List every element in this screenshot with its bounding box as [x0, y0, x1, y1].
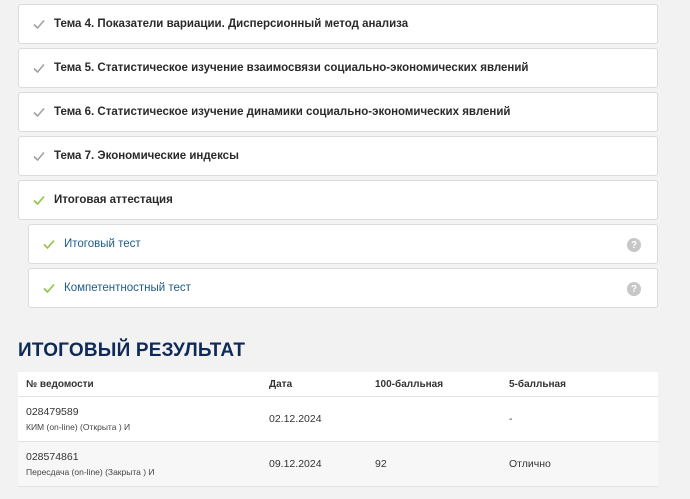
check-icon	[33, 195, 45, 206]
date-cell: 02.12.2024	[261, 396, 367, 442]
final-attestation[interactable]: Итоговая аттестация	[18, 180, 658, 220]
help-icon[interactable]: ?	[627, 282, 641, 296]
column-header-score100: 100-балльная	[367, 372, 501, 397]
topic-6[interactable]: Тема 6. Статистическое изучение динамики…	[18, 92, 658, 132]
record-number: 028479589	[26, 406, 79, 418]
help-icon[interactable]: ?	[627, 238, 641, 252]
results-table: № ведомости Дата 100-балльная 5-балльная…	[18, 372, 658, 487]
score100-cell: 92	[367, 441, 501, 487]
table-row: 028574861 Пересдача (on-line) (Закрыта )…	[18, 441, 658, 487]
date-cell: 09.12.2024	[261, 441, 367, 487]
check-icon	[33, 151, 45, 162]
competency-test-link[interactable]: Компетентностный тест	[64, 282, 191, 294]
check-icon	[33, 107, 45, 118]
final-test-link[interactable]: Итоговый тест	[64, 238, 141, 250]
table-header-row: № ведомости Дата 100-балльная 5-балльная	[18, 372, 658, 397]
topic-title: Тема 4. Показатели вариации. Дисперсионн…	[54, 18, 409, 30]
topic-7[interactable]: Тема 7. Экономические индексы	[18, 136, 658, 176]
record-type: КИМ (on-line) (Открыта ) И	[26, 422, 131, 432]
topic-5[interactable]: Тема 5. Статистическое изучение взаимосв…	[18, 48, 658, 88]
competency-test-item[interactable]: Компетентностный тест ?	[28, 268, 658, 308]
check-icon	[43, 283, 55, 294]
topic-title: Тема 6. Статистическое изучение динамики…	[54, 106, 511, 118]
column-header-number: № ведомости	[18, 372, 261, 397]
record-cell: 028574861 Пересдача (on-line) (Закрыта )…	[18, 441, 261, 487]
check-icon	[43, 239, 55, 250]
topic-title: Тема 7. Экономические индексы	[54, 150, 239, 162]
topic-4[interactable]: Тема 4. Показатели вариации. Дисперсионн…	[18, 4, 658, 44]
topic-title: Итоговая аттестация	[54, 194, 173, 206]
record-number: 028574861	[26, 451, 79, 463]
score5-cell: Отлично	[501, 441, 658, 487]
table-row: 028479589 КИМ (on-line) (Открыта ) И 02.…	[18, 396, 658, 442]
final-test-item[interactable]: Итоговый тест ?	[28, 224, 658, 264]
final-attestation-content: Итоговый тест ? Компетентностный тест ?	[18, 224, 658, 308]
topic-title: Тема 5. Статистическое изучение взаимосв…	[54, 62, 529, 74]
result-heading: ИТОГОВЫЙ РЕЗУЛЬТАТ	[18, 340, 246, 361]
record-cell: 028479589 КИМ (on-line) (Открыта ) И	[18, 396, 261, 442]
check-icon	[33, 63, 45, 74]
column-header-score5: 5-балльная	[501, 372, 658, 397]
record-type: Пересдача (on-line) (Закрыта ) И	[26, 467, 155, 477]
check-icon	[33, 19, 45, 30]
score100-cell	[367, 396, 501, 442]
score5-cell: -	[501, 396, 658, 442]
column-header-date: Дата	[261, 372, 367, 397]
course-accordion: Тема 4. Показатели вариации. Дисперсионн…	[18, 4, 658, 312]
